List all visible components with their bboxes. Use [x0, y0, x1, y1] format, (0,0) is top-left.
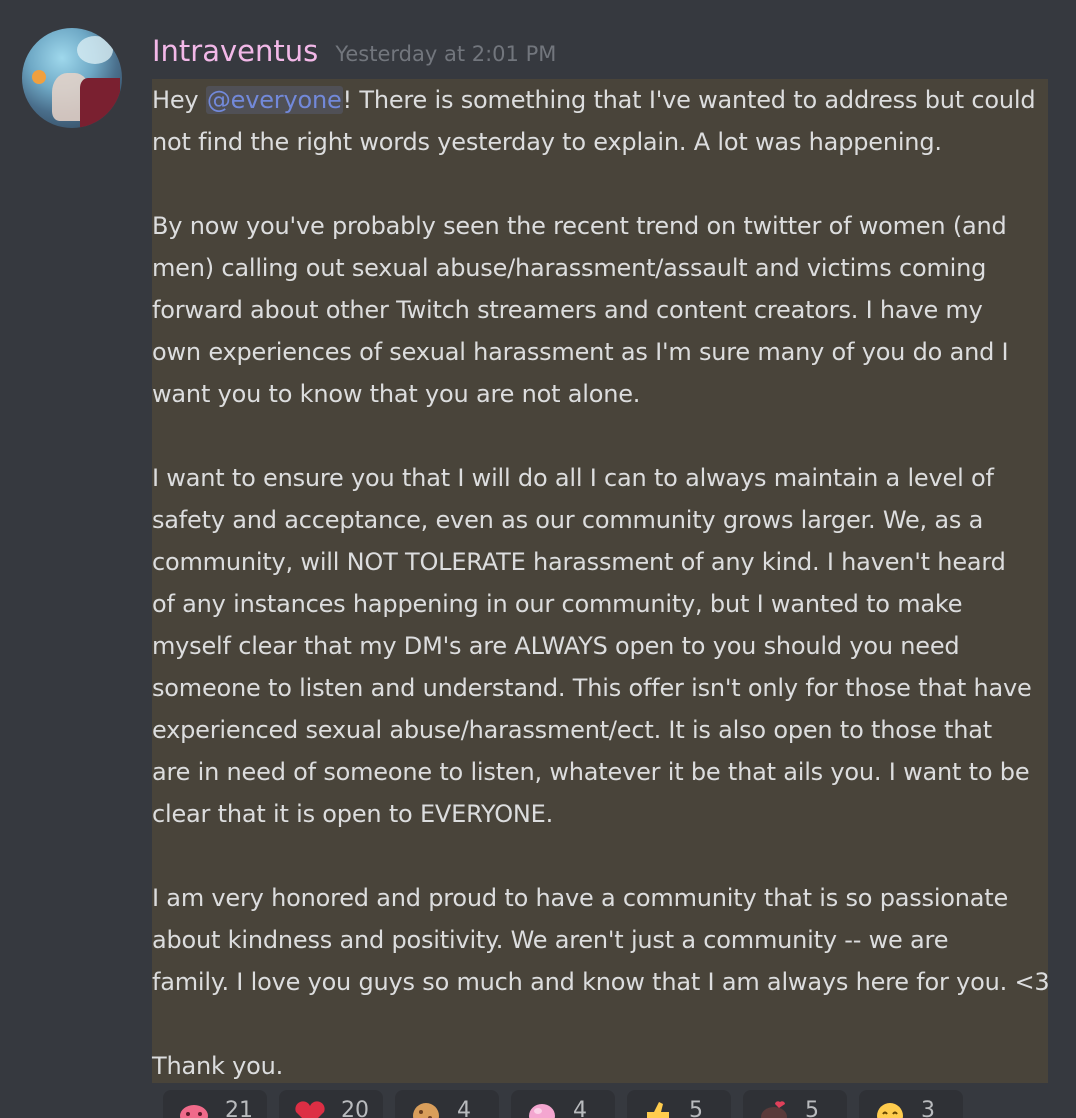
- reaction-count: 21: [225, 1098, 253, 1118]
- message-line: Hey @everyone! There is something that I…: [152, 79, 1048, 121]
- reaction-button[interactable]: 4: [511, 1090, 615, 1118]
- reaction-button[interactable]: 3: [859, 1090, 963, 1118]
- message-paragraph: I want to ensure you that I will do all …: [152, 457, 1048, 835]
- message-line: want you to know that you are not alone.: [152, 380, 641, 408]
- pink-blob-emoji-icon: [523, 1098, 561, 1118]
- message-line: someone to listen and understand. This o…: [152, 674, 1032, 702]
- message-line: family. I love you guys so much and know…: [152, 968, 1050, 996]
- message-line: I am very honored and proud to have a co…: [152, 884, 1009, 912]
- reaction-button[interactable]: 4: [395, 1090, 499, 1118]
- user-avatar[interactable]: [22, 28, 122, 128]
- reaction-count: 5: [805, 1098, 819, 1118]
- message-paragraph: I am very honored and proud to have a co…: [152, 877, 1050, 1003]
- message-paragraph: Thank you.: [152, 1045, 1048, 1087]
- everyone-mention[interactable]: @everyone: [205, 86, 343, 114]
- reaction-button[interactable]: 21: [163, 1090, 267, 1118]
- reaction-count: 3: [921, 1098, 935, 1118]
- message-line: By now you've probably seen the recent t…: [152, 212, 1007, 240]
- message-line: safety and acceptance, even as our commu…: [152, 506, 984, 534]
- avatar-clothing: [80, 78, 120, 128]
- reaction-count: 4: [457, 1098, 471, 1118]
- greeting-text: Hey: [152, 86, 206, 114]
- message-line: are in need of someone to listen, whatev…: [152, 758, 1030, 786]
- reaction-button[interactable]: 5: [627, 1090, 731, 1118]
- dark-heart-creature-emoji-icon: [755, 1098, 793, 1118]
- message-line: about kindness and positivity. We aren't…: [152, 926, 949, 954]
- message-line: own experiences of sexual harassment as …: [152, 338, 1009, 366]
- reaction-button[interactable]: 20: [279, 1090, 383, 1118]
- red-heart-emoji-icon: [291, 1098, 329, 1118]
- avatar-accessory: [32, 70, 46, 84]
- message-line: not find the right words yesterday to ex…: [152, 128, 942, 156]
- avatar-hair-highlight: [77, 36, 113, 64]
- message-line-text: ! There is something that I've wanted to…: [342, 86, 1036, 114]
- author-username[interactable]: Intraventus: [152, 34, 318, 68]
- message-paragraph: Hey @everyone! There is something that I…: [152, 79, 1048, 163]
- message-line: myself clear that my DM's are ALWAYS ope…: [152, 632, 960, 660]
- reaction-count: 5: [689, 1098, 703, 1118]
- message-header: Intraventus Yesterday at 2:01 PM: [152, 34, 556, 68]
- smiling-face-emoji-icon: [871, 1098, 909, 1118]
- message-line: Thank you.: [152, 1052, 284, 1080]
- message-line: I want to ensure you that I will do all …: [152, 464, 994, 492]
- message-line: men) calling out sexual abuse/harassment…: [152, 254, 987, 282]
- reaction-count: 4: [573, 1098, 587, 1118]
- message-paragraph: By now you've probably seen the recent t…: [152, 205, 1048, 415]
- reaction-count: 20: [341, 1098, 369, 1118]
- cookie-emoji-icon: [407, 1098, 445, 1118]
- message-content: Hey @everyone! There is something that I…: [152, 79, 1050, 1118]
- thumbs-up-emoji-icon: [639, 1098, 677, 1118]
- message-line: of any instances happening in our commun…: [152, 590, 963, 618]
- message-line: community, will NOT TOLERATE harassment …: [152, 548, 1006, 576]
- message-line: clear that it is open to EVERYONE.: [152, 800, 554, 828]
- message-timestamp[interactable]: Yesterday at 2:01 PM: [335, 42, 556, 66]
- chat-message: Intraventus Yesterday at 2:01 PM Hey @ev…: [0, 0, 1076, 1118]
- message-line: forward about other Twitch streamers and…: [152, 296, 983, 324]
- reaction-button[interactable]: 5: [743, 1090, 847, 1118]
- message-line: experienced sexual abuse/harassment/ect.…: [152, 716, 992, 744]
- pink-heart-creature-emoji-icon: [175, 1098, 213, 1118]
